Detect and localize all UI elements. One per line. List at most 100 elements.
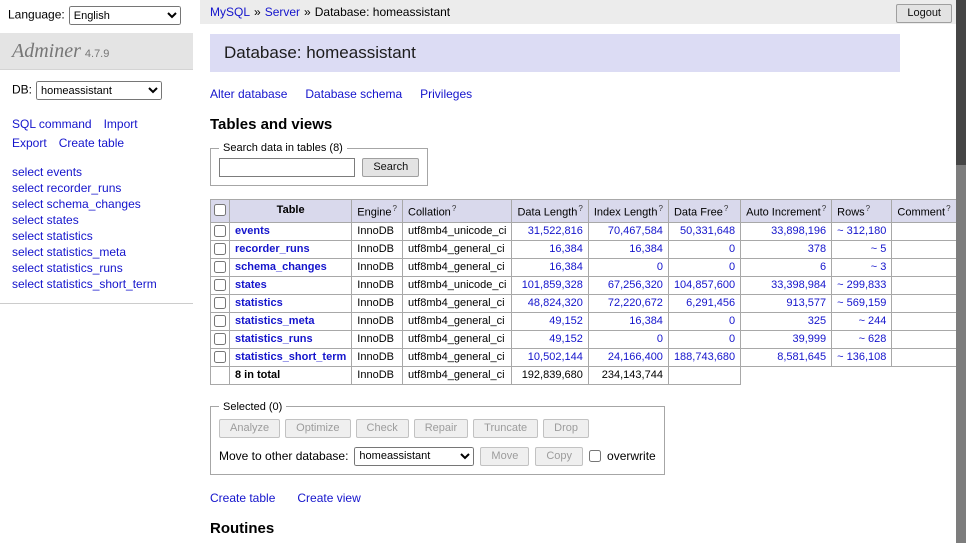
table-name-link[interactable]: states: [235, 279, 267, 291]
table-name-link[interactable]: statistics: [235, 297, 283, 309]
row-checkbox[interactable]: [214, 315, 226, 327]
auto-increment-link[interactable]: 913,577: [786, 297, 826, 309]
breadcrumb-mysql-link[interactable]: MySQL: [210, 5, 250, 19]
rows-count-link[interactable]: ~ 569,159: [837, 297, 886, 309]
auto-increment-link[interactable]: 6: [820, 261, 826, 273]
table-name-link[interactable]: statistics_short_term: [235, 351, 346, 363]
table-name-link[interactable]: statistics_runs: [235, 333, 313, 345]
index-length-link[interactable]: 67,256,320: [608, 279, 663, 291]
row-checkbox[interactable]: [214, 351, 226, 363]
data-length-link[interactable]: 49,152: [549, 315, 583, 327]
select-all-checkbox[interactable]: [214, 204, 226, 216]
create-table-link[interactable]: Create table: [210, 491, 275, 505]
engine-cell: InnoDB: [352, 276, 403, 294]
search-input[interactable]: [219, 158, 355, 177]
database-schema-link[interactable]: Database schema: [305, 87, 402, 101]
index-length-link[interactable]: 24,166,400: [608, 351, 663, 363]
sql-command-link[interactable]: SQL command: [12, 117, 92, 131]
data-free-link[interactable]: 0: [729, 315, 735, 327]
data-length-link[interactable]: 48,824,320: [528, 297, 583, 309]
data-free-link[interactable]: 50,331,648: [680, 225, 735, 237]
sidebar-table-link[interactable]: select statistics_runs: [12, 261, 123, 275]
repair-button[interactable]: Repair: [414, 419, 468, 438]
auto-increment-link[interactable]: 33,398,984: [771, 279, 826, 291]
table-name-link[interactable]: statistics_meta: [235, 315, 315, 327]
move-db-select[interactable]: homeassistant: [354, 447, 474, 466]
data-length-link[interactable]: 31,522,816: [528, 225, 583, 237]
table-name-link[interactable]: recorder_runs: [235, 243, 310, 255]
row-select-cell: [211, 222, 230, 240]
truncate-button[interactable]: Truncate: [473, 419, 538, 438]
sidebar-table-link[interactable]: select states: [12, 213, 79, 227]
auto-increment-link[interactable]: 39,999: [793, 333, 827, 345]
data-length-link[interactable]: 10,502,144: [528, 351, 583, 363]
table-name-link[interactable]: schema_changes: [235, 261, 327, 273]
import-link[interactable]: Import: [104, 117, 138, 131]
adminer-logo-text[interactable]: Adminer: [12, 40, 81, 62]
totals-data-length: 192,839,680: [512, 366, 588, 384]
rows-count-link[interactable]: ~ 244: [859, 315, 887, 327]
rows-count-link[interactable]: ~ 312,180: [837, 225, 886, 237]
index-length-link[interactable]: 0: [657, 261, 663, 273]
sidebar-table-link[interactable]: select statistics_short_term: [12, 277, 157, 291]
totals-engine: InnoDB: [352, 366, 403, 384]
row-checkbox[interactable]: [214, 261, 226, 273]
row-checkbox[interactable]: [214, 333, 226, 345]
auto-increment-link[interactable]: 378: [808, 243, 826, 255]
alter-database-link[interactable]: Alter database: [210, 87, 287, 101]
data-free-link[interactable]: 104,857,600: [674, 279, 735, 291]
rows-count-link[interactable]: ~ 299,833: [837, 279, 886, 291]
row-checkbox[interactable]: [214, 297, 226, 309]
rows-count-link[interactable]: ~ 5: [871, 243, 887, 255]
data-length-link[interactable]: 49,152: [549, 333, 583, 345]
create-view-link[interactable]: Create view: [297, 491, 360, 505]
data-length-link[interactable]: 101,859,328: [522, 279, 583, 291]
scrollbar[interactable]: [956, 0, 966, 543]
export-link[interactable]: Export: [12, 136, 47, 150]
sidebar-table-link[interactable]: select schema_changes: [12, 197, 141, 211]
auto-increment-link[interactable]: 325: [808, 315, 826, 327]
index-length-link[interactable]: 70,467,584: [608, 225, 663, 237]
overwrite-checkbox[interactable]: [589, 450, 601, 462]
data-length-cell: 16,384: [512, 240, 588, 258]
search-button[interactable]: Search: [362, 158, 419, 177]
scrollbar-thumb[interactable]: [956, 0, 966, 165]
index-length-link[interactable]: 16,384: [629, 315, 663, 327]
row-checkbox[interactable]: [214, 243, 226, 255]
data-free-link[interactable]: 0: [729, 243, 735, 255]
rows-count-link[interactable]: ~ 628: [859, 333, 887, 345]
data-length-link[interactable]: 16,384: [549, 261, 583, 273]
copy-button[interactable]: Copy: [535, 447, 583, 466]
rows-count-link[interactable]: ~ 136,108: [837, 351, 886, 363]
sidebar-table-link[interactable]: select statistics: [12, 229, 93, 243]
data-free-link[interactable]: 0: [729, 333, 735, 345]
breadcrumb-server-link[interactable]: Server: [265, 5, 300, 19]
sidebar-create-table-link[interactable]: Create table: [59, 136, 124, 150]
auto-increment-link[interactable]: 8,581,645: [777, 351, 826, 363]
index-length-link[interactable]: 16,384: [629, 243, 663, 255]
sidebar-table-link[interactable]: select statistics_meta: [12, 245, 126, 259]
index-length-link[interactable]: 0: [657, 333, 663, 345]
privileges-link[interactable]: Privileges: [420, 87, 472, 101]
sidebar-table-link[interactable]: select events: [12, 165, 82, 179]
db-select[interactable]: homeassistant: [36, 81, 162, 100]
rows-count-link[interactable]: ~ 3: [871, 261, 887, 273]
check-button[interactable]: Check: [356, 419, 409, 438]
move-button[interactable]: Move: [480, 447, 529, 466]
data-free-link[interactable]: 6,291,456: [686, 297, 735, 309]
table-name-link[interactable]: events: [235, 225, 270, 237]
data-free-link[interactable]: 0: [729, 261, 735, 273]
analyze-button[interactable]: Analyze: [219, 419, 280, 438]
table-name-cell: statistics: [230, 294, 352, 312]
auto-increment-link[interactable]: 33,898,196: [771, 225, 826, 237]
data-length-link[interactable]: 16,384: [549, 243, 583, 255]
data-free-link[interactable]: 188,743,680: [674, 351, 735, 363]
row-checkbox[interactable]: [214, 225, 226, 237]
row-checkbox[interactable]: [214, 279, 226, 291]
optimize-button[interactable]: Optimize: [285, 419, 350, 438]
logout-button[interactable]: Logout: [896, 4, 952, 23]
sidebar-table-link[interactable]: select recorder_runs: [12, 181, 121, 195]
language-select[interactable]: English: [69, 6, 181, 25]
index-length-link[interactable]: 72,220,672: [608, 297, 663, 309]
drop-button[interactable]: Drop: [543, 419, 589, 438]
